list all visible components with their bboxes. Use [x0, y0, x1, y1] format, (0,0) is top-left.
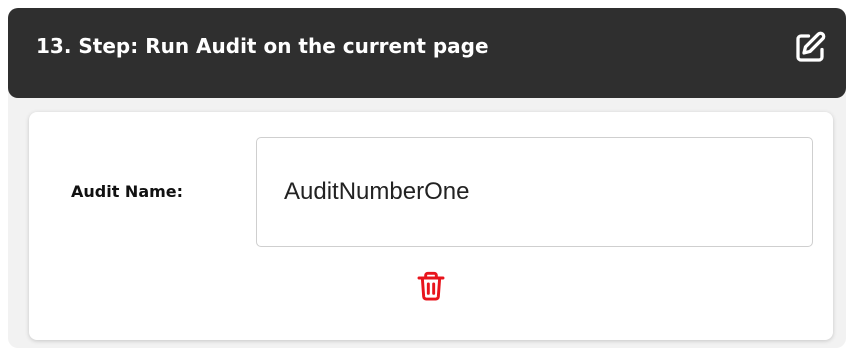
audit-name-label: Audit Name: — [71, 182, 184, 201]
step-card: Audit Name: — [29, 112, 833, 340]
pencil-square-icon — [796, 31, 826, 62]
audit-name-input[interactable] — [256, 137, 813, 247]
step-panel: 13. Step: Run Audit on the current page … — [8, 8, 846, 348]
trash-icon — [417, 271, 445, 301]
edit-button[interactable] — [788, 28, 832, 68]
step-header: 13. Step: Run Audit on the current page — [8, 8, 846, 98]
delete-button[interactable] — [412, 266, 450, 306]
step-title: 13. Step: Run Audit on the current page — [36, 34, 489, 58]
